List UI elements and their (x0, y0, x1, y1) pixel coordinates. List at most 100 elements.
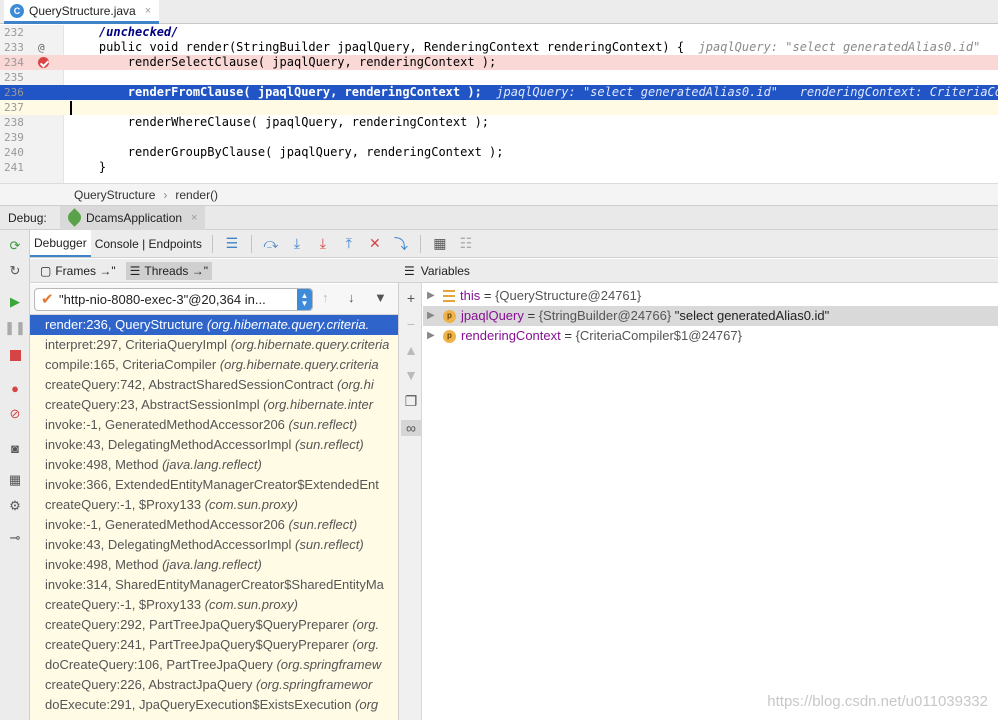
thread-dropdown[interactable]: ✔ "http-nio-8080-exec-3"@20,364 in... ▲ ▼ (34, 288, 313, 311)
variable-value: {QueryStructure@24761} (495, 288, 642, 303)
debug-tool-window-header: Debug: DcamsApplication × (0, 205, 998, 230)
tab-frames[interactable]: ▢ Frames →" (36, 262, 120, 280)
code-line[interactable]: 241 } (0, 160, 998, 175)
run-to-cursor-icon[interactable]: ⤵ (388, 233, 414, 255)
stack-frame-row[interactable]: createQuery:-1, $Proxy133 (com.sun.proxy… (30, 495, 398, 515)
file-tab[interactable]: C QueryStructure.java × (4, 0, 160, 24)
stack-frame-row[interactable]: doExecute:291, JpaQueryExecution$ExistsE… (30, 695, 398, 715)
parameter-icon: p (443, 329, 456, 343)
code-line[interactable]: 232 /unchecked/ (0, 25, 998, 40)
frame-package: (sun.reflect) (288, 417, 358, 432)
stack-frame-row[interactable]: createQuery:742, AbstractSharedSessionCo… (30, 375, 398, 395)
expand-arrow-icon[interactable]: ▶ (427, 286, 435, 306)
close-icon[interactable]: × (145, 5, 151, 17)
stack-frame-row[interactable]: invoke:498, Method (java.lang.reflect) (30, 555, 398, 575)
breadcrumb-method[interactable]: render() (175, 188, 218, 202)
stack-frame-row[interactable]: invoke:43, DelegatingMethodAccessorImpl … (30, 535, 398, 555)
stack-frame-row[interactable]: invoke:-1, GeneratedMethodAccessor206 (s… (30, 415, 398, 435)
stack-frame-row[interactable]: invoke:498, Method (java.lang.reflect) (30, 455, 398, 475)
move-down-icon[interactable]: ▼ (403, 367, 419, 383)
evaluate-expression-icon[interactable]: ▦ (427, 233, 453, 255)
tab-threads[interactable]: ☰ Threads →" (125, 261, 212, 280)
code-line[interactable]: 239 (0, 130, 998, 145)
annotation-icon[interactable]: @ (38, 40, 45, 55)
tab-console-endpoints[interactable]: Console | Endpoints (91, 230, 206, 257)
code-line[interactable]: 236 renderFromClause( jpaqlQuery, render… (0, 85, 998, 100)
code-line[interactable]: 238 renderWhereClause( jpaqlQuery, rende… (0, 115, 998, 130)
frame-package: (org. (352, 637, 380, 652)
pin-icon[interactable]: ⊸ (7, 530, 23, 546)
stack-frame-row[interactable]: invoke:-1, GeneratedMethodAccessor206 (s… (30, 515, 398, 535)
stack-frame-row[interactable]: createQuery:292, PartTreeJpaQuery$QueryP… (30, 615, 398, 635)
frames-list[interactable]: render:236, QueryStructure (org.hibernat… (30, 315, 398, 720)
stack-frame-row[interactable]: invoke:314, SharedEntityManagerCreator$S… (30, 575, 398, 595)
drop-frame-icon[interactable]: ✕ (362, 233, 388, 255)
mute-breakpoints-icon[interactable]: ⊘ (7, 406, 23, 422)
resume-program-icon[interactable]: ▶ (7, 294, 23, 310)
add-watch-icon[interactable]: + (403, 290, 419, 306)
move-up-icon[interactable]: ▲ (403, 342, 419, 358)
variable-name: this (460, 288, 481, 303)
arrow-up-icon[interactable]: ↑ (322, 290, 329, 305)
show-execution-point-icon[interactable]: ☰ (219, 233, 245, 255)
code-editor[interactable]: 232 /unchecked/233 @ public void render(S… (0, 25, 998, 183)
expand-arrow-icon[interactable]: ▶ (427, 306, 435, 326)
line-number: 238 (4, 116, 24, 129)
code-line[interactable]: 237 (0, 100, 998, 115)
stack-frame-row[interactable]: render:236, QueryStructure (org.hibernat… (30, 315, 398, 335)
variable-row[interactable]: ▶ this = {QueryStructure@24761} (423, 286, 998, 306)
code-line[interactable]: 233 @ public void render(StringBuilder jp… (0, 40, 998, 55)
code-line[interactable]: 240 renderGroupByClause( jpaqlQuery, ren… (0, 145, 998, 160)
step-over-icon[interactable]: ⤼ (258, 233, 284, 255)
code-content: /unchecked/ (70, 25, 179, 39)
variable-row[interactable]: ▶ p jpaqlQuery = {StringBuilder@24766} "se… (423, 306, 998, 326)
stop-icon[interactable] (7, 347, 23, 363)
debug-session-tab[interactable]: DcamsApplication × (60, 205, 206, 230)
java-class-icon: C (10, 3, 24, 18)
variables-list[interactable]: ▶ this = {QueryStructure@24761} ▶ p jpaqlQue… (423, 286, 998, 720)
stack-frame-row[interactable]: createQuery:23, AbstractSessionImpl (org… (30, 395, 398, 415)
filter-icon[interactable]: ▼ (374, 290, 387, 305)
frame-package: (com.sun.proxy) (204, 597, 298, 612)
frame-method: invoke:-1, GeneratedMethodAccessor206 (45, 517, 289, 532)
dropdown-arrows-icon[interactable]: ▲ ▼ (297, 289, 312, 310)
rerun-icon[interactable]: ⟳ (7, 238, 23, 254)
stack-frame-row[interactable]: createQuery:-1, $Proxy133 (com.sun.proxy… (30, 595, 398, 615)
remove-watch-icon[interactable]: − (403, 316, 419, 332)
stack-frame-row[interactable]: invoke:366, ExtendedEntityManagerCreator… (30, 475, 398, 495)
copy-icon[interactable]: ❐ (403, 393, 419, 409)
close-icon[interactable]: × (191, 212, 197, 224)
frame-method: doCreateQuery:106, PartTreeJpaQuery (45, 657, 277, 672)
code-line[interactable]: 235 (0, 70, 998, 85)
camera-icon[interactable]: ◙ (7, 440, 23, 456)
step-into-icon[interactable]: ⤓ (284, 233, 310, 255)
variable-row[interactable]: ▶ p renderingContext = {CriteriaCompiler$1… (423, 326, 998, 346)
gear-icon[interactable]: ⚙ (7, 498, 23, 514)
view-breakpoints-icon[interactable]: ● (7, 380, 23, 396)
show-watches-icon[interactable]: ∞ (401, 420, 421, 436)
force-step-into-icon[interactable]: ⤓ (310, 233, 336, 255)
variable-string-value: "select generatedAlias0.id" (671, 308, 830, 323)
pause-program-icon[interactable]: ❚❚ (4, 320, 26, 336)
stack-frame-row[interactable]: interpret:297, CriteriaQueryImpl (org.hi… (30, 335, 398, 355)
breadcrumb-class[interactable]: QueryStructure (74, 188, 155, 202)
debugger-toolbar: Debugger Console | Endpoints ☰ ⤼ ⤓ ⤓ ⤒ ✕… (30, 230, 998, 258)
stack-frame-row[interactable]: invoke:43, DelegatingMethodAccessorImpl … (30, 435, 398, 455)
line-number: 236 (4, 86, 24, 99)
code-line[interactable]: 234 renderSelectClause( jpaqlQuery, rend… (0, 55, 998, 70)
frames-icon: ▢ (40, 263, 52, 278)
arrow-down-icon[interactable]: ↓ (348, 290, 355, 305)
stack-frame-row[interactable]: compile:165, CriteriaCompiler (org.hiber… (30, 355, 398, 375)
step-out-icon[interactable]: ⤒ (336, 233, 362, 255)
breakpoint-icon[interactable] (38, 57, 49, 68)
tab-debugger[interactable]: Debugger (30, 230, 91, 257)
stack-frame-row[interactable]: createQuery:241, PartTreeJpaQuery$QueryP… (30, 635, 398, 655)
stack-frame-row[interactable]: doCreateQuery:106, PartTreeJpaQuery (org… (30, 655, 398, 675)
stack-frame-row[interactable]: createQuery:226, AbstractJpaQuery (org.s… (30, 675, 398, 695)
trace-stream-icon[interactable]: ☷ (453, 233, 479, 255)
refresh-icon[interactable]: ↻ (7, 263, 23, 279)
expand-arrow-icon[interactable]: ▶ (427, 326, 435, 346)
frame-method: createQuery:-1, $Proxy133 (45, 497, 205, 512)
frame-method: invoke:-1, GeneratedMethodAccessor206 (45, 417, 289, 432)
layout-icon[interactable]: ▦ (7, 472, 23, 488)
